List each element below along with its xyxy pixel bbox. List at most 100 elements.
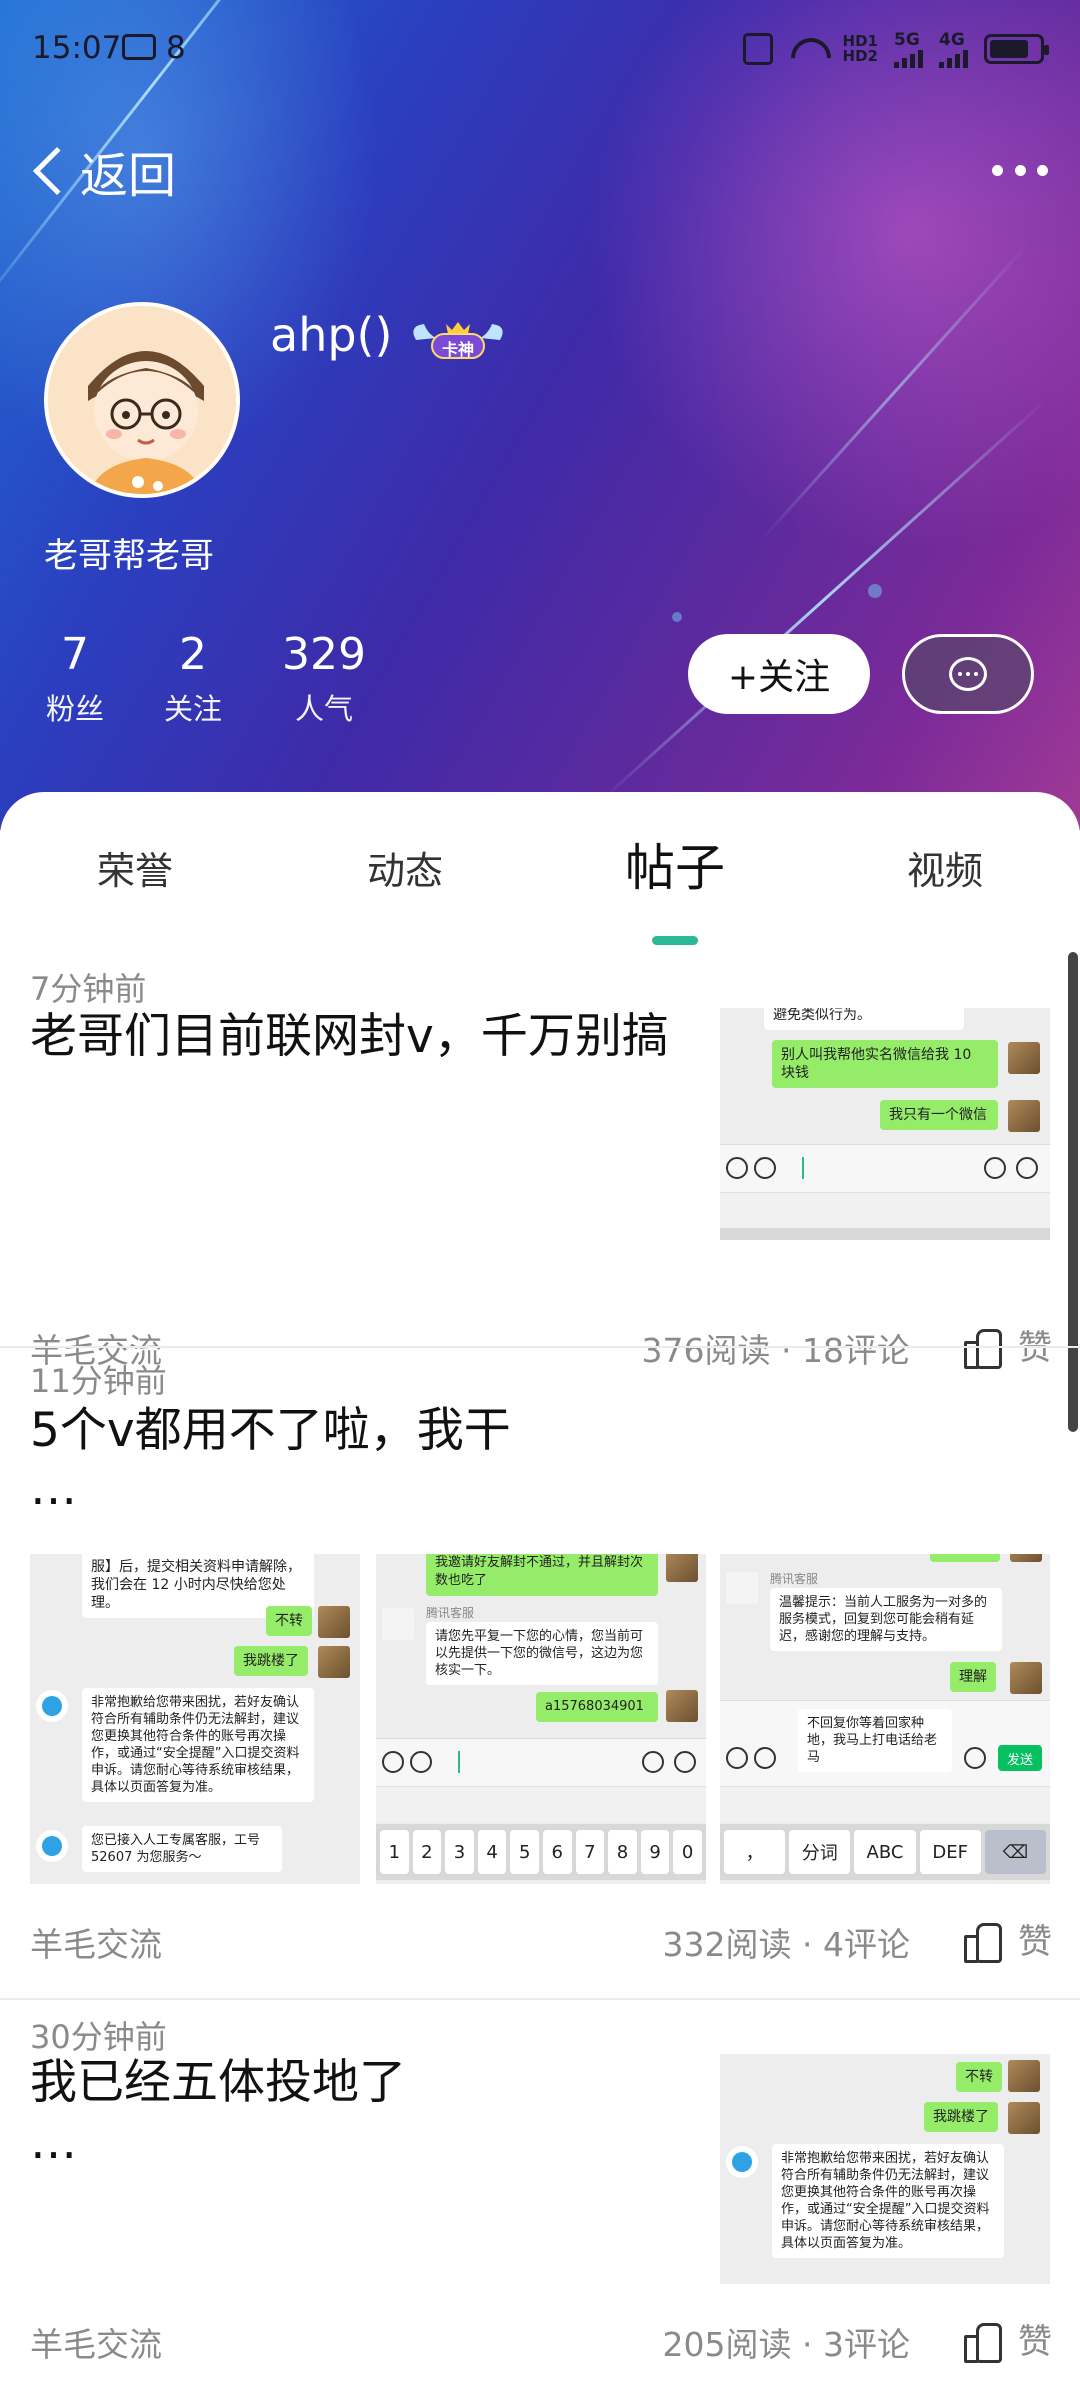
agent-name: 腾讯客服 — [770, 1572, 819, 1586]
chat-message: 别人叫我帮他实名微信给我 10 块钱 — [772, 1040, 998, 1088]
status-icons: HD1 HD2 5G 4G — [742, 30, 1049, 68]
username: ahp() — [270, 308, 393, 362]
active-tab-indicator — [652, 936, 698, 945]
signal-bars-icon — [894, 50, 923, 68]
keyboard-toolbar — [720, 1786, 1050, 1822]
key: DEF — [919, 1830, 981, 1874]
hd2-label: HD2 — [842, 47, 878, 65]
like-button[interactable]: 赞 — [964, 1914, 1052, 1963]
chat-avatar — [666, 1690, 698, 1722]
chat-avatar — [1008, 1100, 1040, 1132]
chat-avatar — [1010, 1554, 1042, 1562]
post-title-ellipsis: … — [30, 1461, 77, 1516]
post-item[interactable]: 11分钟前 5个v都用不了啦，我干 … 服】后，提交相关资料申请解除，我们会在 … — [0, 1348, 1080, 2000]
stat-following[interactable]: 2 关注 — [160, 630, 226, 728]
post-time: 7分钟前 — [30, 970, 147, 1008]
post-image[interactable]: 避免类似行为。 别人叫我帮他实名微信给我 10 块钱 我只有一个微信 — [720, 1008, 1050, 1240]
chat-message: a15768034901 — [536, 1692, 658, 1722]
stat-label: 人气 — [294, 692, 353, 726]
key: 1 — [380, 1830, 409, 1874]
signal-4g: 4G — [939, 30, 968, 68]
post-item[interactable]: 30分钟前 我已经五体投地了 … 不转 我跳楼了 非常抱歉给您带来困扰，若好友确… — [0, 2000, 1080, 2400]
chat-message: 理解 — [950, 1662, 996, 1692]
notification-count: 8 — [166, 30, 186, 66]
text-caret — [802, 1157, 804, 1179]
chat-message: 请您先平复一下您的心情，您当前可以先提供一下您的微信号，这边为您核实一下。 — [426, 1622, 658, 1685]
signal-5g: 5G — [894, 30, 923, 68]
like-label: 赞 — [1018, 2322, 1052, 2362]
chat-avatar — [318, 1606, 350, 1638]
post-image[interactable]: 服】后，提交相关资料申请解除，我们会在 12 小时内尽快给您处理。 不转 我跳楼… — [30, 1554, 360, 1884]
follow-button[interactable]: +关注 — [688, 634, 870, 714]
chat-avatar — [1008, 1042, 1040, 1074]
chat-message: 温馨提示：当前人工服务为一对多的服务模式，回复到您可能会稍有延迟，感谢您的理解与… — [770, 1588, 1002, 1651]
backspace-key: ⌫ — [984, 1830, 1047, 1874]
chat-message — [930, 1554, 1000, 1562]
rank-badge: 卡神 — [406, 316, 510, 364]
chat-avatar — [1008, 2060, 1040, 2092]
stat-label: 关注 — [163, 692, 222, 726]
tab-posts[interactable]: 帖子 — [625, 828, 725, 900]
post-stats: 205阅读 · 3评论 — [662, 2325, 910, 2364]
key: 2 — [412, 1830, 442, 1874]
profile-tabs: 荣誉 动态 帖子 视频 — [0, 792, 1080, 952]
stat-fans[interactable]: 7 粉丝 — [42, 630, 108, 728]
key: 分词 — [789, 1830, 851, 1874]
chat-input-bar — [720, 1144, 1050, 1192]
chat-message: 不转 — [956, 2062, 1002, 2092]
post-title: 5个v都用不了啦，我干 — [30, 1403, 511, 1458]
link-icon — [382, 1751, 404, 1773]
tab-videos[interactable]: 视频 — [907, 840, 983, 895]
voice-icon — [410, 1751, 432, 1773]
agent-avatar — [726, 1572, 758, 1604]
key: 3 — [445, 1830, 474, 1874]
post-category[interactable]: 羊毛交流 — [30, 1918, 162, 1966]
key: 9 — [640, 1830, 670, 1874]
post-image[interactable]: 不转 我跳楼了 非常抱歉给您带来困扰，若好友确认符合所有辅助条件仍无法解封，建议… — [720, 2054, 1050, 2284]
stat-popularity[interactable]: 329 人气 — [276, 630, 372, 728]
chat-message: 我只有一个微信 — [880, 1100, 998, 1130]
chat-input-bar: 不回复你等着回家种地，我马上打电话给老马 发送 — [720, 1700, 1050, 1786]
stat-value: 329 — [282, 629, 366, 680]
key: 7 — [575, 1830, 605, 1874]
key: 4 — [477, 1830, 507, 1874]
profile-banner: 15:07 8 HD1 HD2 5G 4G 返回 ahp() 卡神 老哥帮老哥 … — [0, 0, 1080, 830]
keyboard-toolbar — [376, 1786, 706, 1822]
chat-message: 避免类似行为。 — [764, 1008, 964, 1030]
post-title: 我已经五体投地了 — [30, 2055, 406, 2110]
chevron-left-icon — [32, 146, 82, 196]
signal-bars-icon — [939, 50, 968, 68]
post-image[interactable]: 腾讯客服 温馨提示：当前人工服务为一对多的服务模式，回复到您可能会稍有延迟，感谢… — [720, 1554, 1050, 1884]
like-label: 赞 — [1018, 1922, 1052, 1962]
post-stats: 332阅读 · 4评论 — [662, 1925, 910, 1964]
pinyin-keyboard-row: ， 分词 ABC DEF ⌫ — [720, 1824, 1050, 1880]
voice-icon — [754, 1747, 776, 1769]
stat-value: 2 — [179, 629, 207, 680]
chat-bubble-icon — [949, 657, 987, 691]
back-button[interactable]: 返回 — [26, 136, 176, 206]
more-options-button[interactable] — [992, 150, 1048, 190]
key: 5 — [510, 1830, 539, 1874]
emoji-icon — [984, 1157, 1006, 1179]
draft-message: 不回复你等着回家种地，我马上打电话给老马 — [798, 1709, 952, 1772]
avatar-illustration — [48, 306, 236, 494]
numeric-keyboard-row: 1 2 3 4 5 6 7 8 9 0 — [376, 1824, 706, 1880]
banner-dot — [868, 584, 882, 598]
post-image[interactable]: 我邀请好友解封不通过，并且解封次数也吃了 腾讯客服 请您先平复一下您的心情，您当… — [376, 1554, 706, 1884]
like-button[interactable]: 赞 — [964, 2314, 1052, 2363]
plus-icon — [674, 1751, 696, 1773]
post-title-ellipsis: … — [30, 2115, 77, 2170]
plus-icon — [1016, 1157, 1038, 1179]
chat-message: 不转 — [266, 1606, 312, 1636]
voice-icon — [754, 1157, 776, 1179]
banner-dot — [672, 612, 682, 622]
stat-value: 7 — [61, 629, 89, 680]
avatar[interactable] — [44, 302, 240, 498]
tab-activity[interactable]: 动态 — [367, 840, 443, 895]
emoji-icon — [642, 1751, 664, 1773]
tab-honors[interactable]: 荣誉 — [97, 840, 173, 895]
message-button[interactable] — [902, 634, 1034, 714]
emoji-icon — [964, 1747, 986, 1769]
post-category[interactable]: 羊毛交流 — [30, 2318, 162, 2366]
chat-message: 您已接入人工专属客服，工号52607 为您服务～ — [82, 1826, 282, 1872]
